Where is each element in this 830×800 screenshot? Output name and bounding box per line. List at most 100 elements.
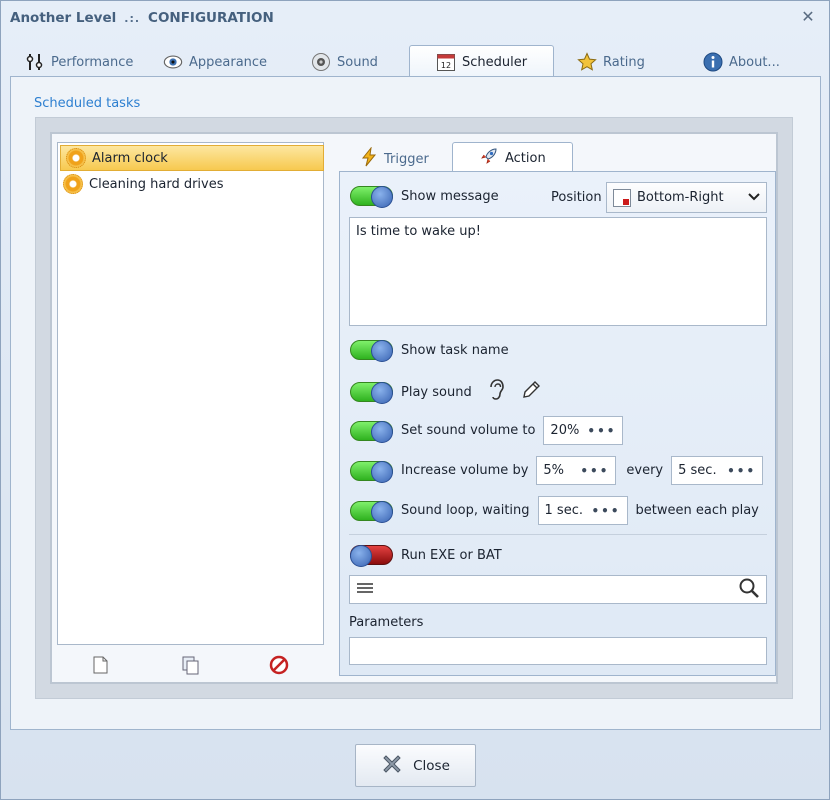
increase-volume-label: Increase volume by [401,463,529,478]
search-icon[interactable] [738,577,760,603]
increase-volume-row: Increase volume by 5% ••• every 5 sec. •… [350,456,764,485]
star-icon [577,52,597,72]
show-task-name-toggle[interactable] [350,340,393,362]
close-button[interactable]: Close [355,744,476,787]
more-options-icon[interactable]: ••• [587,424,616,438]
pencil-icon[interactable] [520,379,542,405]
sound-loop-label: Sound loop, waiting [401,503,530,518]
increase-volume-field[interactable]: 5% ••• [536,456,617,485]
interval-field[interactable]: 5 sec. ••• [671,456,764,485]
task-label: Alarm clock [92,150,168,166]
ear-icon[interactable] [486,378,506,406]
more-options-icon[interactable]: ••• [727,464,756,478]
info-icon [703,52,723,72]
loop-wait-value: 1 sec. [544,503,583,518]
tab-sound[interactable]: Sound [311,47,378,77]
show-task-name-label: Show task name [401,342,509,358]
tab-label: Performance [51,54,134,70]
exe-path-field[interactable] [349,575,767,604]
rocket-icon [479,146,499,170]
tab-appearance[interactable]: Appearance [163,47,267,77]
chevron-down-icon [748,190,760,205]
interval-value: 5 sec. [678,463,717,478]
list-item[interactable]: Cleaning hard drives [58,171,323,197]
loop-suffix-label: between each play [635,503,759,518]
window-close-icon[interactable]: ✕ [799,8,817,26]
tab-about[interactable]: About... [703,47,780,77]
new-task-icon[interactable] [89,654,111,676]
show-message-toggle[interactable] [350,186,393,208]
duplicate-task-icon[interactable] [179,654,201,676]
tab-label: Trigger [384,151,429,167]
play-sound-row: Play sound [350,378,542,406]
sound-loop-toggle[interactable] [350,500,393,523]
run-exe-row: Run EXE or BAT [350,545,502,567]
show-message-label: Show message [401,188,499,204]
calendar-icon: 12 [436,52,456,72]
title-bar: Another Level .:. CONFIGURATION [1,1,829,35]
volume-field[interactable]: 20% ••• [543,416,624,445]
show-task-name-row: Show task name [350,340,509,362]
set-volume-row: Set sound volume to 20% ••• [350,416,624,445]
every-label: every [626,463,664,478]
run-exe-toggle[interactable] [350,545,393,567]
volume-value: 20% [550,423,580,438]
position-label: Position [551,190,602,205]
menu-icon[interactable] [356,581,374,599]
tab-action[interactable]: Action [452,142,573,173]
tab-scheduler[interactable]: 12 Scheduler [409,45,555,78]
scheduler-page: Scheduled tasks Alarm clock Cleaning har… [10,76,821,730]
tab-label: Sound [337,54,378,70]
more-options-icon[interactable]: ••• [592,504,621,518]
scheduled-tasks-group: Alarm clock Cleaning hard drives Trigger… [35,117,793,699]
tab-trigger[interactable]: Trigger [360,145,429,173]
parameters-field[interactable] [349,637,767,665]
sound-loop-row: Sound loop, waiting 1 sec. ••• between e… [350,496,759,525]
tab-rating[interactable]: Rating [577,47,645,77]
gear-icon [66,148,86,168]
set-volume-label: Set sound volume to [401,423,536,438]
set-volume-toggle[interactable] [350,420,393,443]
window-title: CONFIGURATION [148,10,274,26]
more-options-icon[interactable]: ••• [580,464,609,478]
position-select[interactable]: Bottom-Right [606,182,767,213]
task-tabs: Trigger Action [338,142,778,173]
tab-label: Appearance [189,54,268,70]
tab-label: Action [505,150,546,166]
increase-volume-toggle[interactable] [350,460,393,483]
svg-text:12: 12 [441,61,451,70]
increase-volume-value: 5% [543,463,565,478]
position-swatch-icon [613,188,631,207]
action-panel: Show message Position Bottom-Right Is ti… [339,171,776,676]
speaker-icon [311,52,331,72]
tab-label: About... [729,54,780,70]
message-textarea[interactable]: Is time to wake up! [349,217,767,326]
tab-label: Scheduler [462,54,528,70]
close-button-label: Close [413,757,450,774]
app-name: Another Level [10,10,117,26]
main-tabs: Performance Appearance Sound 12 Schedule… [11,45,821,78]
show-message-row: Show message [350,186,499,208]
title-separator: .:. [124,11,141,25]
delete-task-icon[interactable] [268,654,290,676]
configuration-window: Another Level .:. CONFIGURATION ✕ Perfor… [0,0,830,800]
run-exe-label: Run EXE or BAT [401,547,502,563]
play-sound-label: Play sound [401,384,472,400]
scheduled-tasks-label: Scheduled tasks [34,96,141,111]
divider [349,534,767,535]
task-label: Cleaning hard drives [89,176,224,192]
sliders-icon [25,52,45,72]
loop-wait-field[interactable]: 1 sec. ••• [537,496,628,525]
play-sound-toggle[interactable] [350,382,393,404]
task-list-toolbar [57,654,324,678]
eye-icon [163,52,183,72]
tab-performance[interactable]: Performance [25,47,133,77]
tab-label: Rating [603,54,645,70]
gear-icon [63,174,83,194]
close-icon [381,753,403,779]
parameters-label: Parameters [349,615,424,630]
lightning-icon [360,146,378,171]
list-item[interactable]: Alarm clock [60,145,324,171]
task-list[interactable]: Alarm clock Cleaning hard drives [57,142,324,645]
position-value: Bottom-Right [637,190,724,205]
